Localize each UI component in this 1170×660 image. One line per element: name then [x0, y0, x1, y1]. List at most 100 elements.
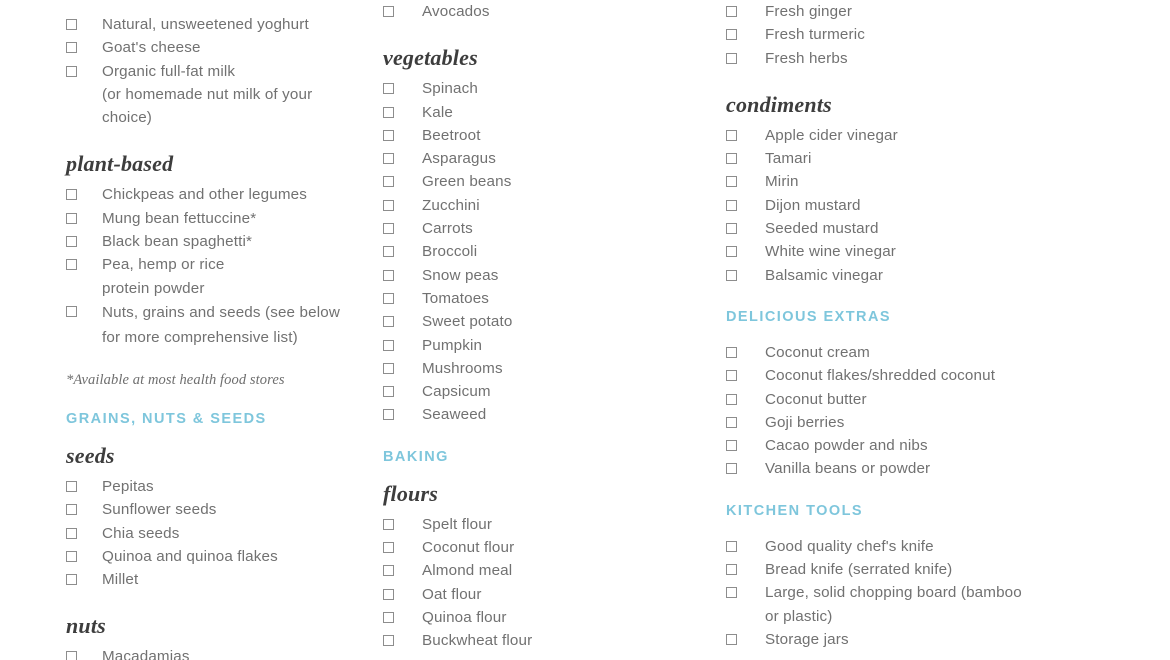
- list-item[interactable]: Fresh ginger: [726, 0, 1170, 23]
- list-item[interactable]: Good quality chef's knife: [726, 535, 1170, 558]
- checkbox-icon[interactable]: [726, 52, 737, 64]
- checkbox-icon[interactable]: [726, 269, 737, 281]
- list-item[interactable]: Mirin: [726, 170, 1170, 193]
- list-item[interactable]: Mushrooms: [383, 357, 720, 380]
- list-item[interactable]: Sweet potato: [383, 310, 720, 333]
- list-item[interactable]: Balsamic vinegar: [726, 264, 1170, 287]
- checkbox-icon[interactable]: [726, 6, 737, 17]
- list-item[interactable]: Goat's cheese: [66, 36, 375, 59]
- checkbox-icon[interactable]: [383, 129, 394, 141]
- checkbox-icon[interactable]: [66, 19, 77, 30]
- list-item[interactable]: Tamari: [726, 147, 1170, 170]
- list-item[interactable]: Seaweed: [383, 403, 720, 426]
- list-item[interactable]: Broccoli: [383, 240, 720, 263]
- checkbox-icon[interactable]: [726, 370, 737, 382]
- checkbox-icon[interactable]: [383, 362, 394, 374]
- checkbox-icon[interactable]: [383, 518, 394, 530]
- list-item[interactable]: Black bean spaghetti*: [66, 230, 375, 253]
- list-item[interactable]: Pumpkin: [383, 334, 720, 357]
- list-item[interactable]: Millet: [66, 568, 375, 591]
- checkbox-icon[interactable]: [383, 246, 394, 258]
- checkbox-icon[interactable]: [726, 633, 737, 645]
- list-item[interactable]: Snow peas: [383, 264, 720, 287]
- list-item[interactable]: Large, solid chopping board (bamboo or p…: [726, 581, 1170, 628]
- list-item[interactable]: Buckwheat flour: [383, 629, 720, 652]
- list-item[interactable]: Beetroot: [383, 124, 720, 147]
- list-item[interactable]: Chickpeas and other legumes: [66, 183, 375, 206]
- list-item[interactable]: Fresh turmeric: [726, 23, 1170, 46]
- checkbox-icon[interactable]: [66, 574, 77, 586]
- list-item[interactable]: Coconut flakes/shredded coconut: [726, 364, 1170, 387]
- list-item[interactable]: Capsicum: [383, 380, 720, 403]
- checkbox-icon[interactable]: [66, 189, 77, 201]
- checkbox-icon[interactable]: [66, 42, 77, 54]
- checkbox-icon[interactable]: [726, 29, 737, 41]
- checkbox-icon[interactable]: [66, 480, 77, 492]
- checkbox-icon[interactable]: [726, 540, 737, 552]
- checkbox-icon[interactable]: [383, 269, 394, 281]
- checkbox-icon[interactable]: [383, 223, 394, 235]
- checkbox-icon[interactable]: [66, 550, 77, 562]
- checkbox-icon[interactable]: [383, 199, 394, 211]
- list-item[interactable]: Quinoa flour: [383, 606, 720, 629]
- list-item[interactable]: Mung bean fettuccine*: [66, 207, 375, 230]
- list-item[interactable]: Zucchini: [383, 194, 720, 217]
- checkbox-icon[interactable]: [383, 153, 394, 165]
- list-item[interactable]: Asparagus: [383, 147, 720, 170]
- list-item[interactable]: Vanilla beans or powder: [726, 457, 1170, 480]
- list-item[interactable]: Organic full-fat milk (or homemade nut m…: [66, 60, 375, 130]
- checkbox-icon[interactable]: [383, 83, 394, 95]
- checkbox-icon[interactable]: [66, 65, 77, 77]
- checkbox-icon[interactable]: [66, 504, 77, 516]
- list-item[interactable]: Seeded mustard: [726, 217, 1170, 240]
- list-item[interactable]: Dijon mustard: [726, 194, 1170, 217]
- checkbox-icon[interactable]: [726, 129, 737, 141]
- list-item[interactable]: Natural, unsweetened yoghurt: [66, 13, 375, 36]
- checkbox-icon[interactable]: [726, 416, 737, 428]
- list-item[interactable]: Nuts, grains and seeds (see below for mo…: [66, 300, 375, 350]
- checkbox-icon[interactable]: [66, 305, 77, 317]
- checkbox-icon[interactable]: [726, 199, 737, 211]
- list-item[interactable]: Coconut butter: [726, 388, 1170, 411]
- list-item[interactable]: Quinoa and quinoa flakes: [66, 545, 375, 568]
- checkbox-icon[interactable]: [383, 176, 394, 188]
- checkbox-icon[interactable]: [726, 223, 737, 235]
- list-item[interactable]: Sunflower seeds: [66, 498, 375, 521]
- checkbox-icon[interactable]: [383, 409, 394, 421]
- list-item[interactable]: Coconut cream: [726, 341, 1170, 364]
- list-item[interactable]: Oat flour: [383, 583, 720, 606]
- list-item[interactable]: Fresh herbs: [726, 47, 1170, 70]
- checkbox-icon[interactable]: [726, 153, 737, 165]
- checkbox-icon[interactable]: [383, 316, 394, 328]
- list-item[interactable]: Pepitas: [66, 475, 375, 498]
- list-item[interactable]: Apple cider vinegar: [726, 124, 1170, 147]
- checkbox-icon[interactable]: [726, 346, 737, 358]
- checkbox-icon[interactable]: [726, 246, 737, 258]
- list-item[interactable]: Tomatoes: [383, 287, 720, 310]
- list-item[interactable]: White wine vinegar: [726, 240, 1170, 263]
- checkbox-icon[interactable]: [726, 564, 737, 576]
- checkbox-icon[interactable]: [383, 565, 394, 577]
- checkbox-icon[interactable]: [383, 339, 394, 351]
- checkbox-icon[interactable]: [726, 587, 737, 599]
- checkbox-icon[interactable]: [383, 292, 394, 304]
- list-item[interactable]: Green beans: [383, 170, 720, 193]
- checkbox-icon[interactable]: [726, 440, 737, 452]
- checkbox-icon[interactable]: [383, 106, 394, 118]
- checkbox-icon[interactable]: [66, 212, 77, 224]
- checkbox-icon[interactable]: [726, 393, 737, 405]
- checkbox-icon[interactable]: [66, 527, 77, 539]
- list-item[interactable]: Macadamias: [66, 645, 375, 660]
- list-item[interactable]: Avocados: [383, 0, 720, 23]
- checkbox-icon[interactable]: [726, 176, 737, 188]
- list-item[interactable]: Kale: [383, 101, 720, 124]
- checkbox-icon[interactable]: [383, 6, 394, 17]
- checkbox-icon[interactable]: [383, 588, 394, 600]
- list-item[interactable]: Spinach: [383, 77, 720, 100]
- checkbox-icon[interactable]: [383, 635, 394, 647]
- list-item[interactable]: Coconut flour: [383, 536, 720, 559]
- list-item[interactable]: Cacao powder and nibs: [726, 434, 1170, 457]
- list-item[interactable]: Almond meal: [383, 559, 720, 582]
- checkbox-icon[interactable]: [383, 611, 394, 623]
- list-item[interactable]: Pea, hemp or rice protein powder: [66, 253, 375, 300]
